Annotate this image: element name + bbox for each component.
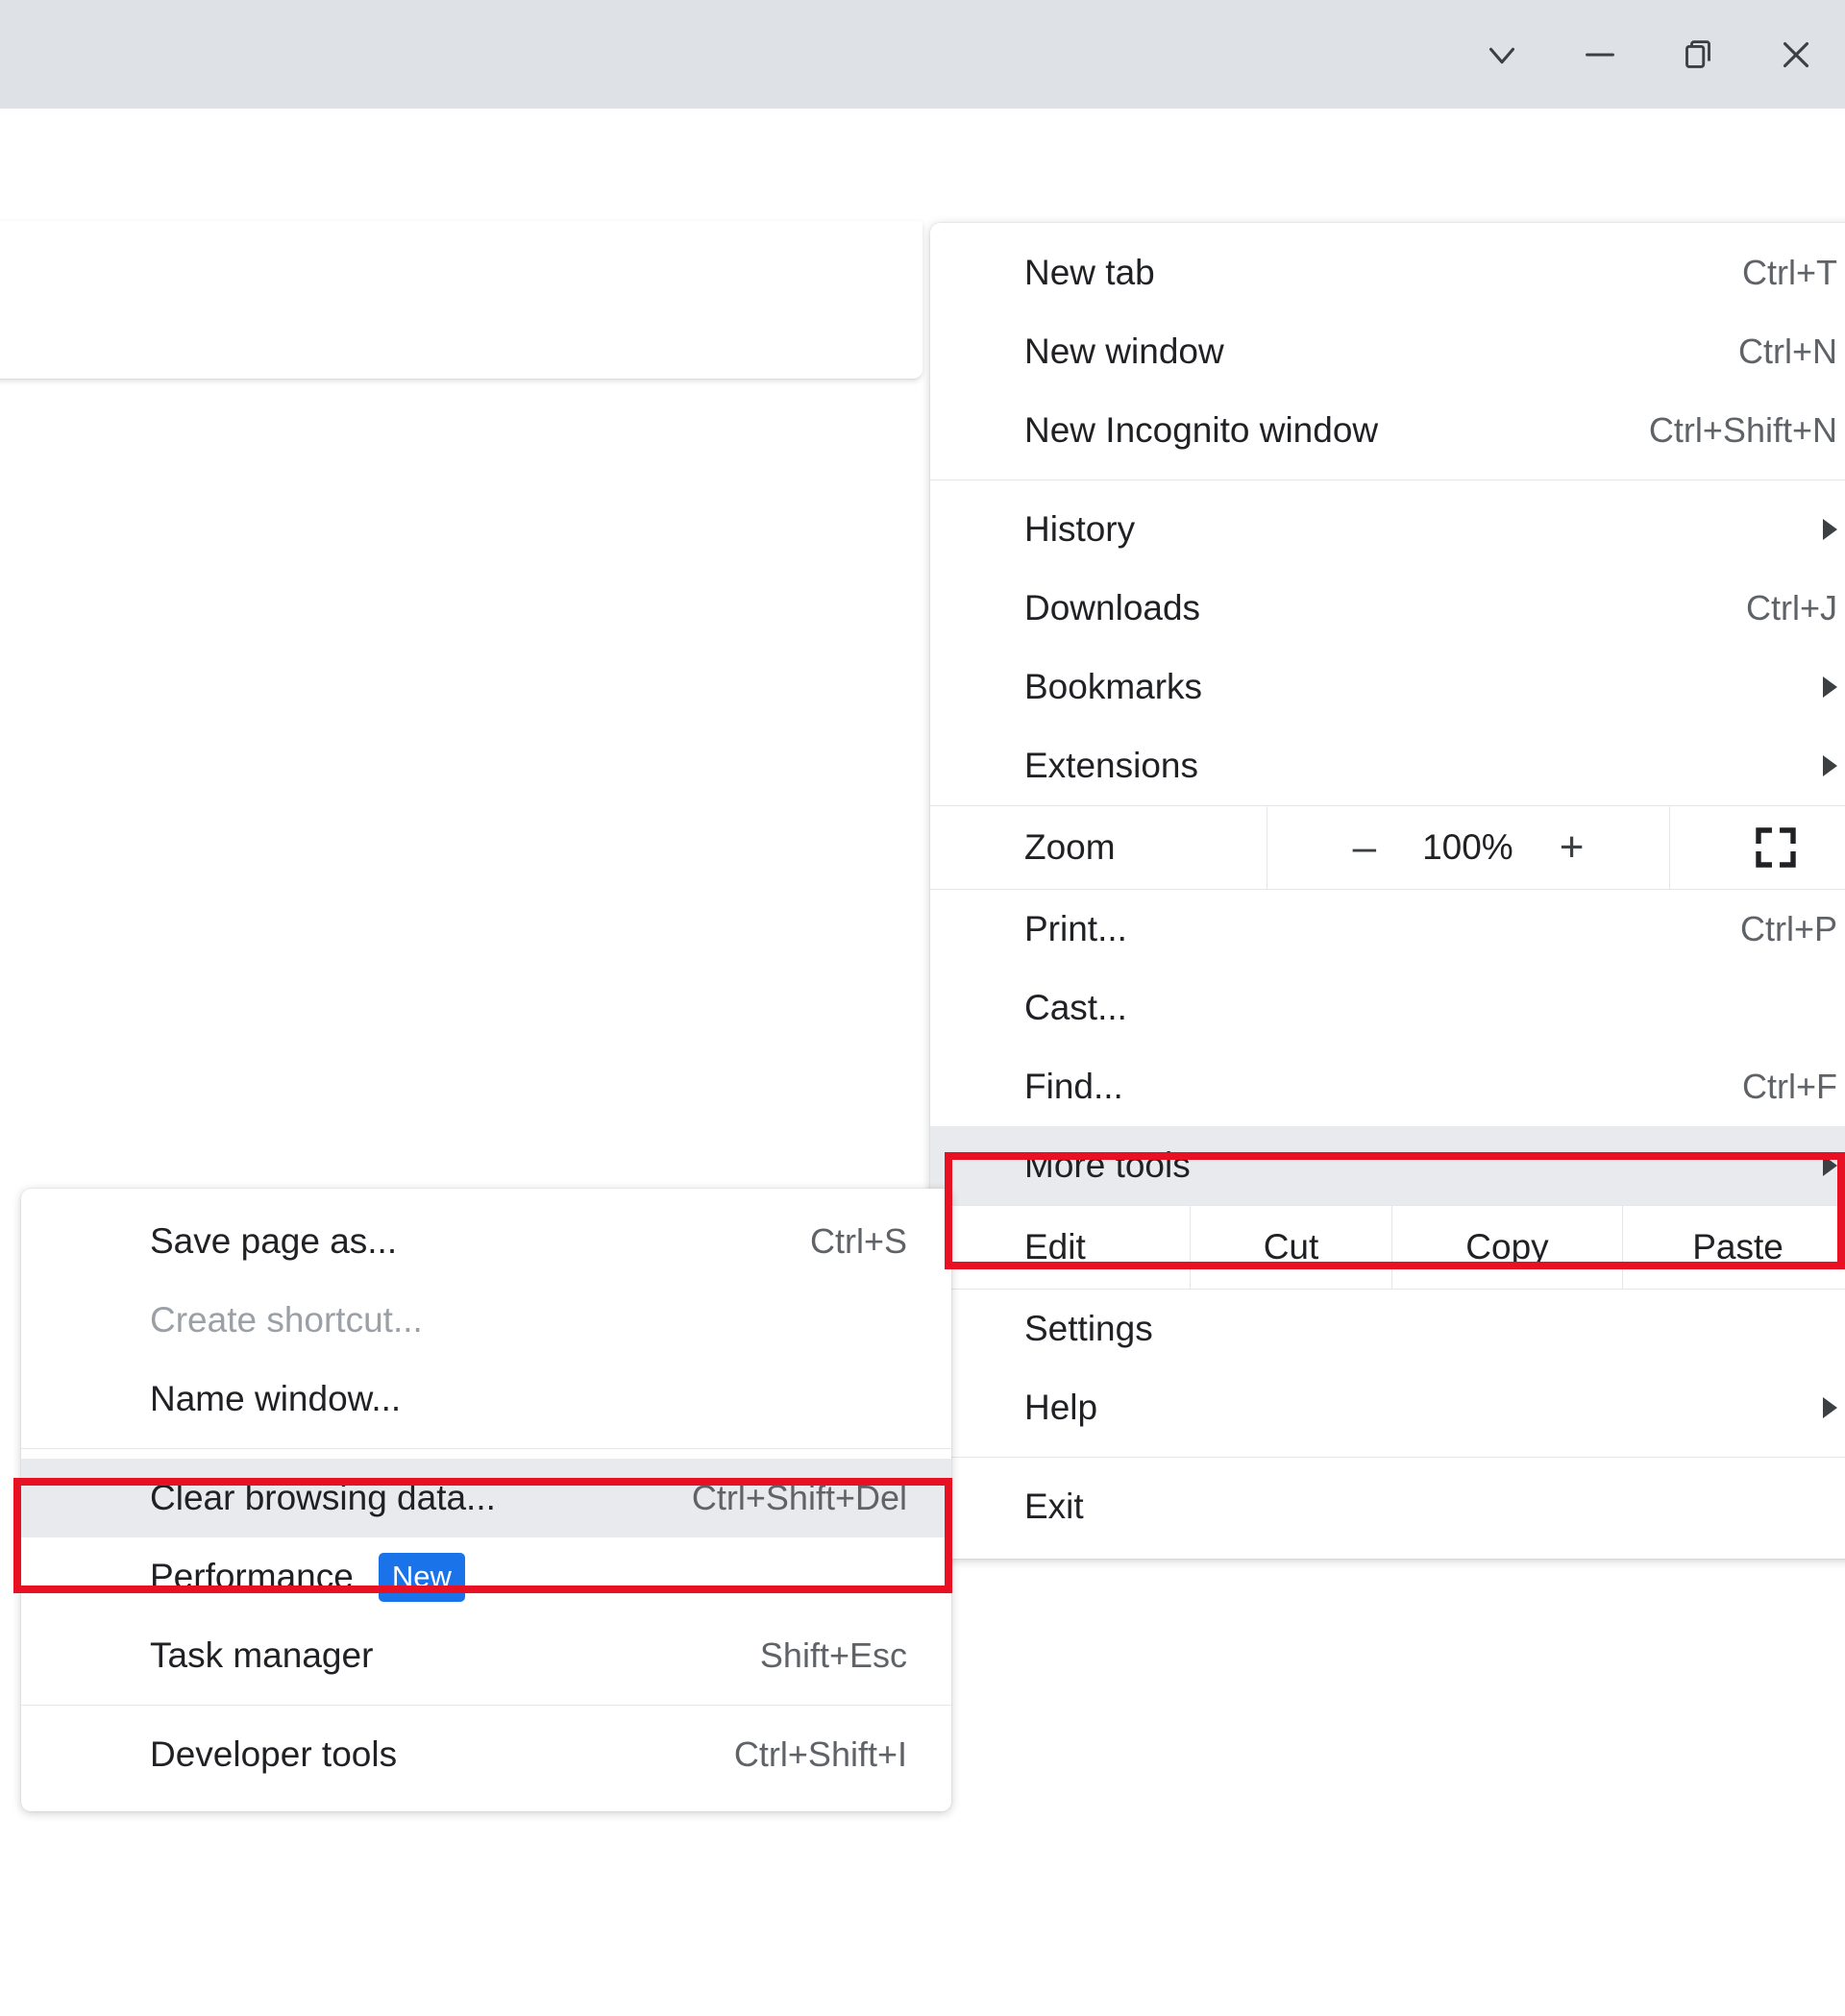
- menu-item-cast[interactable]: Cast...: [930, 969, 1845, 1047]
- menu-item-new-tab[interactable]: New tab Ctrl+T: [930, 234, 1845, 312]
- menu-item-label: Exit: [1024, 1487, 1084, 1526]
- chrome-main-menu: New tab Ctrl+T New window Ctrl+N New Inc…: [930, 223, 1845, 1559]
- minimize-icon[interactable]: [1551, 0, 1649, 109]
- submenu-item-label: Task manager: [150, 1635, 374, 1675]
- menu-item-shortcut: Ctrl+F: [1742, 1067, 1837, 1106]
- menu-item-label: Help: [1024, 1388, 1098, 1427]
- zoom-out-button[interactable]: –: [1353, 826, 1376, 869]
- close-icon[interactable]: [1747, 0, 1845, 109]
- title-bar: [0, 0, 1845, 109]
- chevron-right-icon: [1823, 1397, 1837, 1418]
- submenu-item-create-shortcut: Create shortcut...: [21, 1281, 951, 1360]
- menu-item-label: Bookmarks: [1024, 667, 1203, 706]
- submenu-item-save-page-as[interactable]: Save page as... Ctrl+S: [21, 1202, 951, 1281]
- menu-item-exit[interactable]: Exit: [930, 1467, 1845, 1546]
- menu-separator: [930, 479, 1845, 480]
- menu-item-shortcut: Ctrl+Shift+N: [1648, 410, 1837, 450]
- cut-button[interactable]: Cut: [1190, 1206, 1391, 1289]
- submenu-item-performance[interactable]: Performance New: [21, 1537, 951, 1616]
- menu-item-extensions[interactable]: Extensions: [930, 726, 1845, 805]
- menu-item-label: Settings: [1024, 1309, 1153, 1348]
- submenu-item-label: Developer tools: [150, 1734, 398, 1774]
- chevron-right-icon: [1823, 755, 1837, 776]
- menu-item-print[interactable]: Print... Ctrl+P: [930, 890, 1845, 969]
- submenu-separator: [21, 1705, 951, 1706]
- menu-item-label: Extensions: [1024, 746, 1198, 785]
- paste-button[interactable]: Paste: [1622, 1206, 1845, 1289]
- chevron-right-icon: [1823, 1155, 1837, 1176]
- menu-item-bookmarks[interactable]: Bookmarks: [930, 648, 1845, 726]
- submenu-item-label: Performance: [150, 1557, 354, 1596]
- tab-search-chevron-down-icon[interactable]: [1453, 0, 1551, 109]
- menu-item-more-tools[interactable]: More tools: [930, 1126, 1845, 1205]
- more-tools-submenu: Save page as... Ctrl+S Create shortcut..…: [21, 1189, 951, 1811]
- menu-item-label: New tab: [1024, 253, 1155, 292]
- menu-item-shortcut: Ctrl+N: [1737, 332, 1837, 371]
- menu-item-shortcut: Ctrl+J: [1745, 588, 1837, 627]
- submenu-item-label: Clear browsing data...: [150, 1478, 496, 1517]
- menu-item-shortcut: Ctrl+T: [1742, 253, 1837, 292]
- submenu-item-shortcut: Ctrl+S: [809, 1221, 907, 1261]
- menu-item-label: Print...: [1024, 909, 1127, 948]
- menu-item-new-window[interactable]: New window Ctrl+N: [930, 312, 1845, 391]
- submenu-item-label: Save page as...: [150, 1221, 398, 1261]
- new-badge: New: [378, 1552, 465, 1602]
- submenu-item-clear-browsing-data[interactable]: Clear browsing data... Ctrl+Shift+Del: [21, 1459, 951, 1537]
- submenu-separator: [21, 1448, 951, 1449]
- submenu-item-shortcut: Shift+Esc: [759, 1635, 907, 1675]
- menu-item-shortcut: Ctrl+P: [1739, 909, 1837, 948]
- submenu-item-name-window[interactable]: Name window...: [21, 1360, 951, 1438]
- copy-button[interactable]: Copy: [1391, 1206, 1622, 1289]
- submenu-item-shortcut: Ctrl+Shift+Del: [691, 1478, 907, 1517]
- zoom-level-value: 100%: [1422, 827, 1513, 867]
- submenu-item-label: Name window...: [150, 1379, 402, 1418]
- menu-item-label: New Incognito window: [1024, 410, 1379, 450]
- edit-label: Edit: [1024, 1227, 1086, 1266]
- menu-item-new-incognito-window[interactable]: New Incognito window Ctrl+Shift+N: [930, 391, 1845, 470]
- zoom-label: Zoom: [1024, 827, 1116, 867]
- menu-edit-row: Edit Cut Copy Paste: [930, 1206, 1845, 1289]
- menu-item-settings[interactable]: Settings: [930, 1290, 1845, 1368]
- browser-window: New tab Ctrl+T New window Ctrl+N New Inc…: [0, 0, 1845, 2016]
- omnibox-suggestions-panel: [0, 221, 922, 380]
- menu-item-label: Cast...: [1024, 988, 1127, 1027]
- menu-item-help[interactable]: Help: [930, 1368, 1845, 1447]
- submenu-item-task-manager[interactable]: Task manager Shift+Esc: [21, 1616, 951, 1695]
- menu-separator: [930, 1457, 1845, 1458]
- menu-item-find[interactable]: Find... Ctrl+F: [930, 1047, 1845, 1126]
- zoom-in-button[interactable]: +: [1560, 826, 1585, 869]
- chevron-right-icon: [1823, 676, 1837, 698]
- menu-item-label: More tools: [1024, 1145, 1191, 1185]
- browser-toolbar: [0, 109, 1845, 323]
- menu-item-label: Find...: [1024, 1067, 1123, 1106]
- submenu-item-label: Create shortcut...: [150, 1300, 423, 1340]
- menu-item-label: Downloads: [1024, 588, 1201, 627]
- window-controls: [1453, 0, 1845, 109]
- chevron-right-icon: [1823, 519, 1837, 540]
- zoom-controls: – 100% +: [1267, 806, 1670, 889]
- menu-item-label: History: [1024, 509, 1136, 549]
- submenu-item-developer-tools[interactable]: Developer tools Ctrl+Shift+I: [21, 1715, 951, 1794]
- menu-zoom-row: Zoom – 100% +: [930, 806, 1845, 889]
- fullscreen-icon[interactable]: [1670, 806, 1845, 889]
- restore-icon[interactable]: [1649, 0, 1747, 109]
- submenu-item-shortcut: Ctrl+Shift+I: [733, 1734, 907, 1774]
- menu-item-label: New window: [1024, 332, 1224, 371]
- menu-item-downloads[interactable]: Downloads Ctrl+J: [930, 569, 1845, 648]
- menu-item-history[interactable]: History: [930, 490, 1845, 569]
